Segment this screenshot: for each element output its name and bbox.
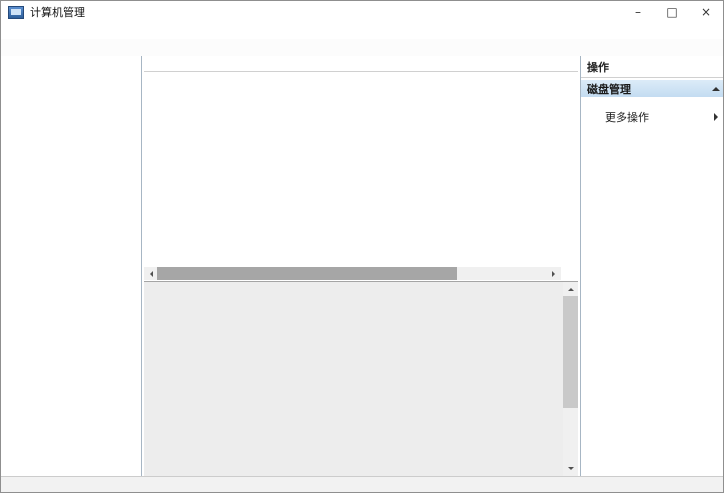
actions-section-label: 磁盘管理 bbox=[587, 81, 631, 97]
more-actions-label: 更多操作 bbox=[605, 109, 649, 125]
maximize-button[interactable]: □ bbox=[655, 1, 689, 23]
window-title: 计算机管理 bbox=[30, 4, 85, 20]
close-button[interactable]: × bbox=[689, 1, 723, 23]
title-bar: 计算机管理 – □ × bbox=[1, 1, 723, 23]
hscroll-thumb[interactable] bbox=[157, 267, 457, 280]
main-area: 操作 磁盘管理 更多操作 bbox=[1, 56, 723, 476]
menu-bar bbox=[1, 23, 723, 39]
computer-management-window: 计算机管理 – □ × bbox=[0, 0, 724, 493]
volume-list-header bbox=[144, 56, 578, 72]
scroll-up-icon[interactable] bbox=[563, 282, 578, 295]
console-tree bbox=[1, 56, 142, 476]
vscroll-thumb[interactable] bbox=[563, 296, 578, 408]
graphical-view bbox=[144, 281, 578, 476]
minimize-button[interactable]: – bbox=[621, 1, 655, 23]
scroll-left-icon[interactable] bbox=[144, 267, 157, 280]
collapse-icon[interactable] bbox=[712, 83, 720, 91]
actions-section-disk-management[interactable]: 磁盘管理 bbox=[581, 80, 724, 97]
scroll-right-icon[interactable] bbox=[548, 267, 561, 280]
actions-title: 操作 bbox=[581, 56, 724, 78]
volume-list-hscrollbar[interactable] bbox=[144, 267, 561, 280]
toolbar bbox=[1, 39, 723, 57]
partition-legend bbox=[1, 476, 723, 492]
actions-pane: 操作 磁盘管理 更多操作 bbox=[580, 56, 724, 476]
disk-management-view bbox=[144, 56, 578, 476]
graphical-vscrollbar[interactable] bbox=[563, 282, 578, 476]
scroll-down-icon[interactable] bbox=[563, 463, 578, 476]
more-actions-item[interactable]: 更多操作 bbox=[581, 109, 724, 125]
app-icon bbox=[8, 6, 24, 19]
submenu-arrow-icon bbox=[714, 113, 722, 121]
